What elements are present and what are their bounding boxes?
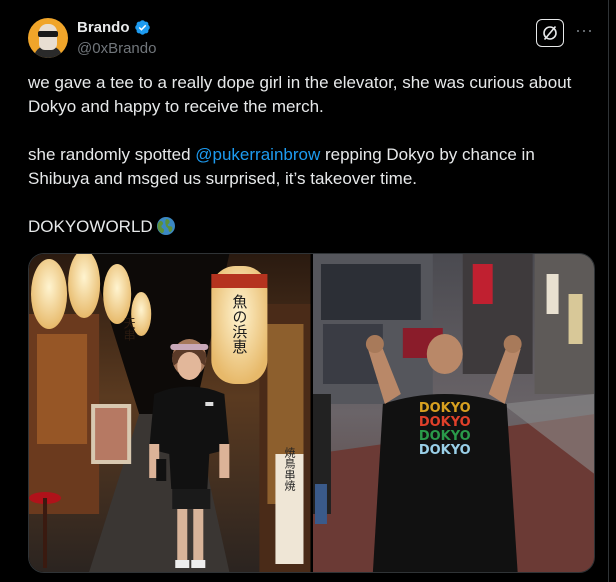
avatar-visor bbox=[38, 31, 58, 37]
media-grid: 魚の浜恵 天串 焼鳥串焼 DOKYO DOKYO DOKYO DOKYO bbox=[28, 253, 595, 573]
photo-street[interactable]: DOKYO DOKYO DOKYO DOKYO bbox=[312, 254, 594, 572]
author-handle[interactable]: @0xBrando bbox=[77, 40, 156, 57]
author-name-row: Brando bbox=[77, 19, 151, 36]
tweet-paragraph-3: DOKYOWORLD bbox=[28, 215, 588, 239]
lantern-text: 魚の浜恵 bbox=[230, 294, 248, 354]
globe-icon bbox=[156, 217, 175, 235]
shirt-line-4: DOKYO bbox=[418, 443, 470, 458]
avatar[interactable] bbox=[28, 18, 68, 58]
mention-link[interactable]: @pukerrainbrow bbox=[195, 145, 320, 164]
tweet-paragraph-2: she randomly spotted @pukerrainbrow repp… bbox=[28, 143, 588, 191]
shirt-line-3: DOKYO bbox=[418, 429, 470, 444]
more-dots-icon[interactable]: ··· bbox=[574, 21, 594, 44]
photo-alley[interactable]: 魚の浜恵 天串 焼鳥串焼 bbox=[29, 254, 311, 572]
author-display-name[interactable]: Brando bbox=[77, 19, 130, 36]
lantern-small-text: 天串 bbox=[122, 317, 136, 341]
grok-button[interactable] bbox=[536, 19, 564, 47]
scrollbar-track[interactable] bbox=[609, 0, 616, 582]
tweet-paragraph-1: we gave a tee to a really dope girl in t… bbox=[28, 73, 572, 116]
shirt-line-1: DOKYO bbox=[418, 401, 470, 416]
shop-sign-text: 焼鳥串焼 bbox=[283, 447, 296, 492]
shirt-line-2: DOKYO bbox=[418, 415, 470, 430]
avatar-face bbox=[39, 24, 57, 50]
tweet-footer-cutoff bbox=[28, 574, 428, 582]
tweet-card: Brando @0xBrando ··· we gave a tee to a … bbox=[0, 0, 609, 582]
tweet-text: we gave a tee to a really dope girl in t… bbox=[28, 71, 588, 239]
hashtag-text: DOKYOWORLD bbox=[28, 217, 153, 236]
grok-slash-icon bbox=[543, 25, 557, 41]
verified-badge-icon bbox=[134, 20, 150, 35]
tweet-paragraph-2-start: she randomly spotted bbox=[28, 145, 196, 164]
